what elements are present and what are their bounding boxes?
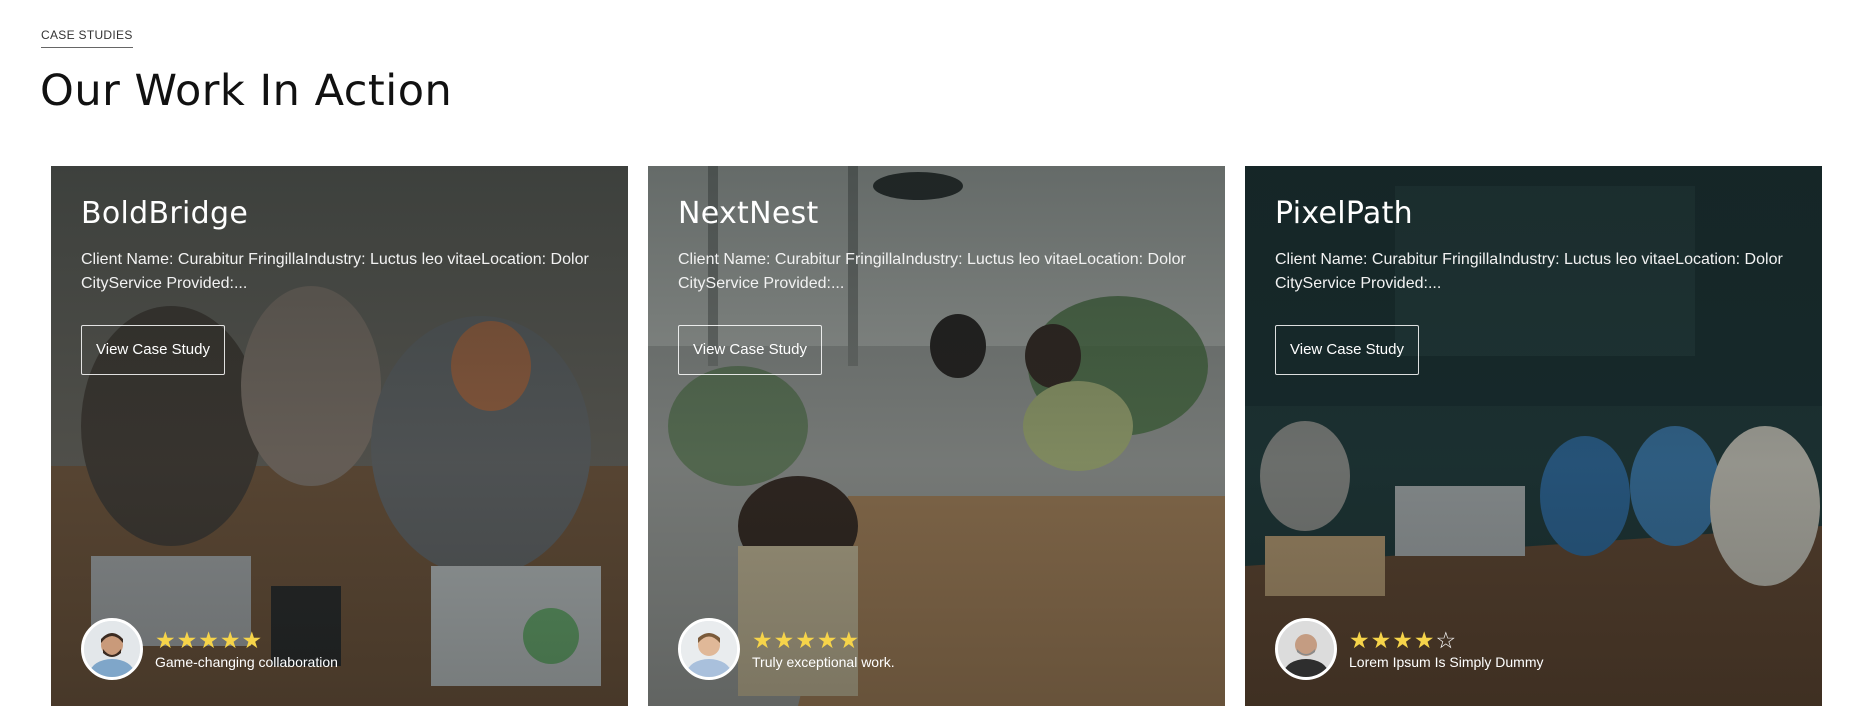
card-title: BoldBridge xyxy=(81,196,249,231)
view-case-study-button[interactable]: View Case Study xyxy=(678,325,822,375)
card-title: PixelPath xyxy=(1275,196,1413,231)
star-filled-icon: ★ xyxy=(1413,627,1435,653)
case-study-card-boldbridge: BoldBridge Client Name: Curabitur Fringi… xyxy=(51,166,628,706)
star-filled-icon: ★ xyxy=(773,627,795,653)
star-filled-icon: ★ xyxy=(1349,627,1370,653)
case-study-card-pixelpath: PixelPath Client Name: Curabitur Fringil… xyxy=(1245,166,1822,706)
section-eyebrow: CASE STUDIES xyxy=(41,28,133,48)
star-filled-icon: ★ xyxy=(816,627,838,653)
case-study-card-nextnest: NextNest Client Name: Curabitur Fringill… xyxy=(648,166,1225,706)
card-description: Client Name: Curabitur FringillaIndustry… xyxy=(81,251,589,292)
star-filled-icon: ★ xyxy=(795,627,816,653)
star-outline-icon: ☆ xyxy=(1435,627,1457,653)
star-rating: ★ ★ ★ ★ ☆ xyxy=(1349,628,1543,652)
card-title: NextNest xyxy=(678,196,819,231)
avatar xyxy=(678,618,740,680)
star-filled-icon: ★ xyxy=(1392,627,1413,653)
avatar xyxy=(81,618,143,680)
card-review: ★ ★ ★ ★ ★ Truly exceptional work. xyxy=(678,618,895,680)
view-case-study-button[interactable]: View Case Study xyxy=(1275,325,1419,375)
avatar xyxy=(1275,618,1337,680)
star-filled-icon: ★ xyxy=(155,627,176,653)
review-text: Lorem Ipsum Is Simply Dummy xyxy=(1349,654,1544,670)
card-description: Client Name: Curabitur FringillaIndustry… xyxy=(1275,251,1783,292)
review-text: Game-changing collaboration xyxy=(155,654,338,670)
star-rating: ★ ★ ★ ★ ★ xyxy=(752,628,895,652)
case-study-cards: BoldBridge Client Name: Curabitur Fringi… xyxy=(51,166,1822,706)
star-filled-icon: ★ xyxy=(838,627,860,653)
star-filled-icon: ★ xyxy=(176,627,198,653)
star-filled-icon: ★ xyxy=(219,627,241,653)
view-case-study-button[interactable]: View Case Study xyxy=(81,325,225,375)
card-review: ★ ★ ★ ★ ★ Game-changing collaboration xyxy=(81,618,338,680)
section-title: Our Work In Action xyxy=(40,66,453,116)
star-filled-icon: ★ xyxy=(752,627,773,653)
star-rating: ★ ★ ★ ★ ★ xyxy=(155,628,338,652)
card-description: Client Name: Curabitur FringillaIndustry… xyxy=(678,251,1186,292)
card-review: ★ ★ ★ ★ ☆ Lorem Ipsum Is Simply Dummy xyxy=(1275,618,1543,680)
star-filled-icon: ★ xyxy=(241,627,263,653)
star-filled-icon: ★ xyxy=(1370,627,1392,653)
review-text: Truly exceptional work. xyxy=(752,654,895,670)
star-filled-icon: ★ xyxy=(198,627,219,653)
